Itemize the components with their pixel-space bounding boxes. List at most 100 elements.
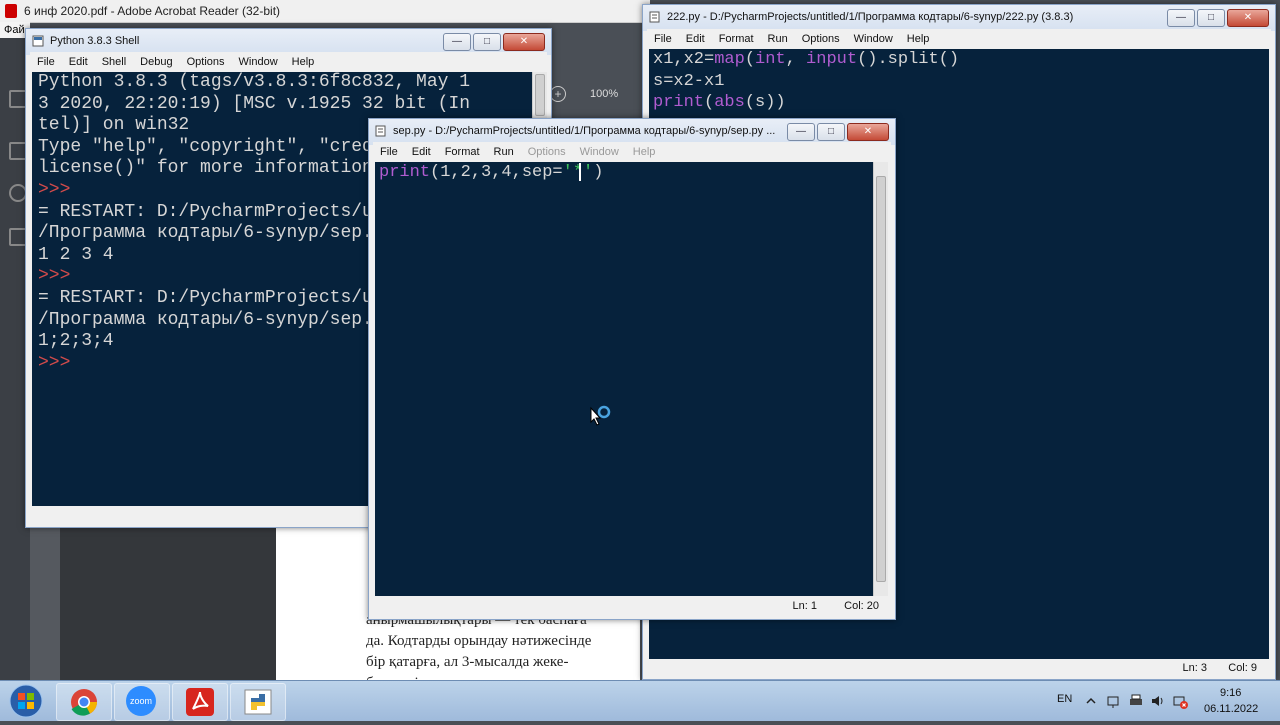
zoom-icon: zoom <box>126 686 156 716</box>
menu-edit[interactable]: Edit <box>679 33 712 45</box>
editor-window-sep: sep.py - D:/PycharmProjects/untitled/1/П… <box>368 118 896 620</box>
start-orb-icon[interactable] <box>6 683 46 719</box>
code-token: ().split() <box>857 50 960 69</box>
clock-date[interactable]: 06.11.2022 <box>1204 703 1258 715</box>
pdf-text-line: бір қатарға, ал 3-мысалда жеке- <box>366 654 569 670</box>
menu-file[interactable]: File <box>647 33 679 45</box>
code-token: print <box>653 93 705 113</box>
menu-debug[interactable]: Debug <box>133 56 179 68</box>
code-editor-sep[interactable]: print(1,2,3,4,sep='*') <box>375 162 873 596</box>
acrobat-zoom-level[interactable]: 100% <box>590 88 618 100</box>
scrollbar-thumb[interactable] <box>535 74 545 116</box>
python-icon <box>244 689 272 715</box>
code-line: s=x2-x1 <box>653 71 1265 93</box>
taskbar-chrome[interactable] <box>56 683 112 721</box>
title-shell: Python 3.8.3 Shell <box>50 35 140 47</box>
taskbar: zoom EN 9:16 06.11.2022 <box>0 680 1280 721</box>
acrobat-title: 6 инф 2020.pdf - Adobe Acrobat Reader (3… <box>24 4 281 18</box>
menu-options[interactable]: Options <box>795 33 847 45</box>
status-column: Col: 9 <box>1228 662 1257 674</box>
code-token: print <box>379 163 431 182</box>
taskbar-acrobat[interactable] <box>172 683 228 721</box>
sep-scrollbar[interactable] <box>873 162 888 596</box>
close-button[interactable]: ✕ <box>503 33 545 51</box>
menu-format[interactable]: Format <box>712 33 761 45</box>
taskbar-python-idle[interactable] <box>230 683 286 721</box>
shell-output-line: Python 3.8.3 (tags/v3.8.3:6f8c832, May 1 <box>38 72 471 92</box>
idle-file-icon <box>375 125 386 137</box>
text-caret <box>579 162 582 181</box>
menubar-shell: File Edit Shell Debug Options Window Hel… <box>30 52 547 72</box>
zoom-in-icon[interactable]: + <box>550 86 566 102</box>
network-error-icon[interactable] <box>1172 693 1188 709</box>
menubar-sep: File Edit Format Run Options Window Help <box>373 142 891 162</box>
menu-edit[interactable]: Edit <box>405 146 438 158</box>
code-token: (s)) <box>744 93 786 113</box>
code-line: print(1,2,3,4,sep='*') <box>379 162 869 184</box>
close-button[interactable]: ✕ <box>847 123 889 141</box>
menu-window[interactable]: Window <box>573 146 626 158</box>
printer-icon[interactable] <box>1128 693 1144 709</box>
minimize-button[interactable]: — <box>443 33 471 51</box>
code-line: x1,x2=map(int, input().split() <box>653 49 1265 71</box>
volume-icon[interactable] <box>1150 693 1166 709</box>
python-shell-icon <box>32 35 44 47</box>
maximize-button[interactable]: □ <box>817 123 845 141</box>
tray-expand-icon[interactable] <box>1085 695 1097 707</box>
code-token: ( <box>744 50 756 69</box>
menu-window[interactable]: Window <box>232 56 285 68</box>
pdf-icon <box>5 4 17 18</box>
code-token: , <box>785 50 807 69</box>
code-token: abs <box>714 93 745 113</box>
menu-window[interactable]: Window <box>847 33 900 45</box>
title-222: 222.py - D:/PycharmProjects/untitled/1/П… <box>667 11 1074 23</box>
code-token: '*' <box>562 163 594 182</box>
shell-output-line: 3 2020, 22:20:19) [MSC v.1925 32 bit (In <box>38 93 471 114</box>
code-token: s=x2-x1 <box>653 71 725 91</box>
status-column: Col: 20 <box>844 600 879 612</box>
status-line: Ln: 1 <box>792 600 817 612</box>
titlebar-222: 222.py - D:/PycharmProjects/untitled/1/П… <box>643 5 1275 31</box>
acrobat-icon <box>186 688 214 716</box>
menu-options[interactable]: Options <box>180 56 232 68</box>
acrobat-titlebar: 6 инф 2020.pdf - Adobe Acrobat Reader (3… <box>0 0 650 23</box>
menu-shell[interactable]: Shell <box>95 56 133 68</box>
menu-file[interactable]: File <box>30 56 62 68</box>
busy-cursor-icon <box>590 405 611 426</box>
close-button[interactable]: ✕ <box>1227 9 1269 27</box>
menu-edit[interactable]: Edit <box>62 56 95 68</box>
code-token: ( <box>704 93 715 113</box>
pdf-text-line: да. Кодтарды орындау нәтижесінде <box>366 633 592 649</box>
maximize-button[interactable]: □ <box>473 33 501 51</box>
acrobat-dark-pane <box>60 520 276 680</box>
menu-format[interactable]: Format <box>438 146 487 158</box>
clock-time[interactable]: 9:16 <box>1220 687 1241 699</box>
chrome-icon <box>71 689 97 716</box>
menubar-222: File Edit Format Run Options Window Help <box>647 29 1271 49</box>
scrollbar-thumb[interactable] <box>876 176 886 582</box>
code-token: input <box>806 50 858 69</box>
network-icon[interactable] <box>1106 693 1122 709</box>
language-indicator[interactable]: EN <box>1057 693 1072 705</box>
title-sep: sep.py - D:/PycharmProjects/untitled/1/П… <box>393 125 776 137</box>
menu-help[interactable]: Help <box>285 56 322 68</box>
statusbar-222: Ln: 3 Col: 9 <box>649 659 1269 677</box>
minimize-button[interactable]: — <box>787 123 815 141</box>
menu-help[interactable]: Help <box>626 146 663 158</box>
maximize-button[interactable]: □ <box>1197 9 1225 27</box>
status-line: Ln: 3 <box>1182 662 1207 674</box>
code-line: print(abs(s)) <box>653 92 1265 114</box>
menu-options[interactable]: Options <box>521 146 573 158</box>
code-token: map <box>714 50 745 69</box>
menu-help[interactable]: Help <box>900 33 937 45</box>
menu-run[interactable]: Run <box>761 33 795 45</box>
code-token: int <box>755 50 786 69</box>
menu-file[interactable]: File <box>373 146 405 158</box>
menu-run[interactable]: Run <box>487 146 521 158</box>
code-token: (1,2,3,4,sep= <box>430 163 563 182</box>
code-token: x1,x2= <box>653 50 715 69</box>
taskbar-zoom[interactable]: zoom <box>114 683 170 721</box>
idle-file-icon <box>649 11 660 23</box>
minimize-button[interactable]: — <box>1167 9 1195 27</box>
code-token: ) <box>593 163 604 182</box>
